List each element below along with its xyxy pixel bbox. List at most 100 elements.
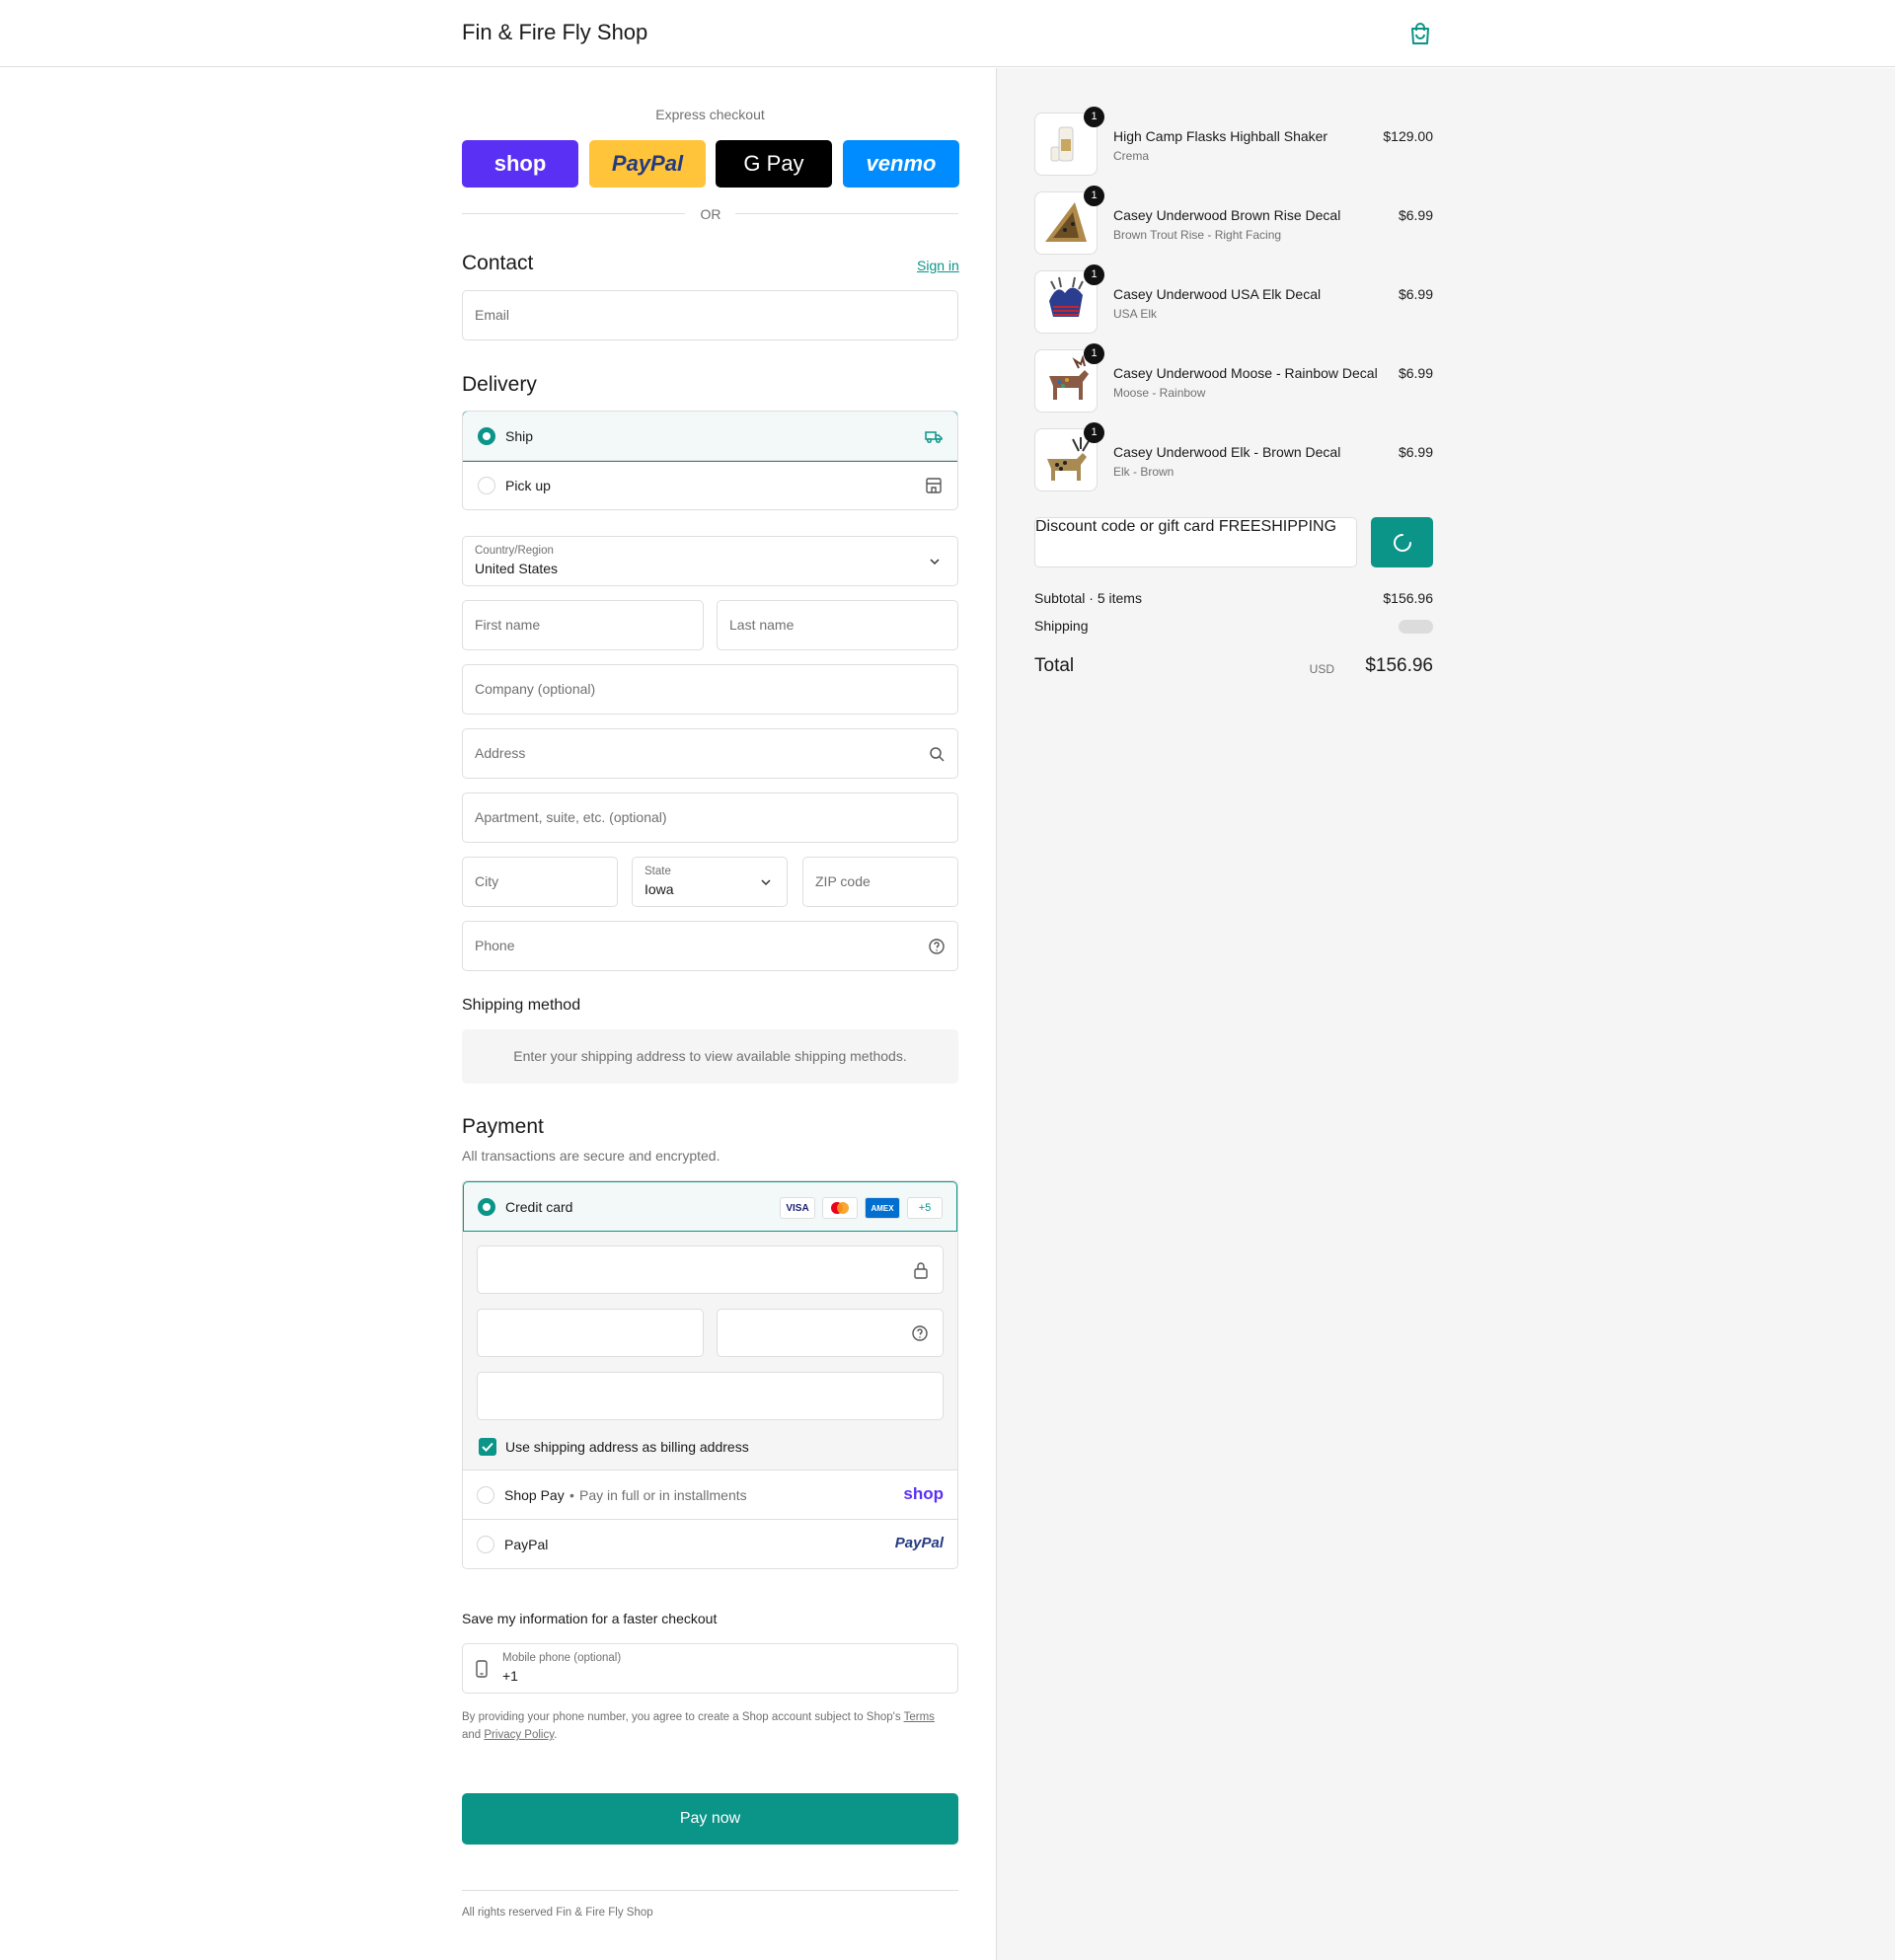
list-item: 1 Casey Underwood USA Elk Decal USA Elk …: [1034, 264, 1433, 336]
item-name: Casey Underwood Moose - Rainbow Decal: [1113, 365, 1378, 381]
help-icon[interactable]: [911, 1324, 929, 1342]
paypal-logo: PayPal: [894, 1535, 944, 1551]
payment-option-credit-card[interactable]: Credit card VISA AMEX +5: [463, 1181, 957, 1232]
expiration-input[interactable]: [477, 1309, 704, 1357]
address-placeholder: Address: [475, 745, 526, 761]
billing-checkbox[interactable]: [479, 1438, 496, 1456]
state-select[interactable]: State Iowa: [632, 857, 788, 907]
pay-now-button[interactable]: Pay now: [462, 1793, 958, 1845]
country-select[interactable]: Country/Region United States: [462, 536, 958, 586]
city-placeholder: City: [475, 873, 499, 889]
radio-unselected[interactable]: [478, 477, 495, 494]
address-input[interactable]: Address: [462, 728, 958, 779]
item-price: $6.99: [1398, 365, 1433, 381]
card-number-input[interactable]: [477, 1245, 944, 1294]
first-name-placeholder: First name: [475, 617, 541, 633]
checkmark-icon: [482, 1442, 493, 1452]
mobile-phone-label: Mobile phone (optional): [502, 1652, 622, 1664]
or-separator: OR: [700, 206, 721, 222]
item-variant: Crema: [1113, 149, 1150, 163]
legal-text-part: By providing your phone number, you agre…: [462, 1711, 901, 1723]
paypal-button[interactable]: PayPal: [589, 140, 706, 188]
billing-checkbox-label[interactable]: Use shipping address as billing address: [505, 1439, 749, 1455]
radio-unselected[interactable]: [477, 1486, 494, 1504]
email-placeholder: Email: [475, 307, 510, 323]
legal-text: By providing your phone number, you agre…: [462, 1708, 958, 1744]
shop-pay-label: Shop Pay: [504, 1487, 565, 1503]
shop-pay-button[interactable]: shop: [462, 140, 578, 188]
venmo-button[interactable]: venmo: [843, 140, 959, 188]
payment-option-paypal[interactable]: PayPal PayPal: [463, 1519, 957, 1568]
paypal-logo: PayPal: [611, 151, 684, 176]
apply-discount-button[interactable]: [1371, 517, 1433, 567]
first-name-input[interactable]: First name: [462, 600, 704, 650]
company-input[interactable]: Company (optional): [462, 664, 958, 715]
header: Fin & Fire Fly Shop: [0, 0, 1895, 67]
payment-title: Payment: [462, 1115, 544, 1138]
store-icon: [926, 478, 942, 493]
list-item: 1 High Camp Flasks Highball Shaker Crema…: [1034, 107, 1433, 178]
quantity-badge: 1: [1084, 186, 1104, 206]
state-label: State: [644, 866, 671, 877]
radio-unselected[interactable]: [477, 1536, 494, 1553]
radio-selected[interactable]: [478, 1198, 495, 1216]
delivery-title: Delivery: [462, 373, 537, 396]
list-item: 1 Casey Underwood Elk - Brown Decal Elk …: [1034, 422, 1433, 493]
zip-placeholder: ZIP code: [815, 873, 871, 889]
shop-name[interactable]: Fin & Fire Fly Shop: [462, 20, 647, 45]
terms-link[interactable]: Terms: [904, 1711, 935, 1723]
google-pay-button[interactable]: G Pay: [716, 140, 832, 188]
shipping-label: Shipping: [1034, 618, 1089, 634]
mobile-phone-input[interactable]: Mobile phone (optional) +1: [462, 1643, 958, 1694]
quantity-badge: 1: [1084, 107, 1104, 127]
apartment-input[interactable]: Apartment, suite, etc. (optional): [462, 792, 958, 843]
save-info-title: Save my information for a faster checkou…: [462, 1611, 718, 1626]
ship-label: Ship: [505, 428, 534, 444]
footer-text: All rights reserved Fin & Fire Fly Shop: [462, 1907, 653, 1919]
item-variant: Elk - Brown: [1113, 465, 1175, 479]
bullet: •: [569, 1487, 574, 1503]
delivery-option-ship[interactable]: Ship: [463, 412, 957, 462]
discount-label: Discount code or gift card: [1035, 518, 1215, 535]
legal-text-part: and: [462, 1729, 482, 1741]
zip-input[interactable]: ZIP code: [802, 857, 958, 907]
item-price: $6.99: [1398, 286, 1433, 302]
discount-value: FREESHIPPING: [1218, 518, 1337, 535]
last-name-input[interactable]: Last name: [717, 600, 958, 650]
search-icon: [930, 747, 945, 762]
shopping-bag-icon[interactable]: [1409, 22, 1431, 45]
security-code-input[interactable]: [717, 1309, 944, 1357]
phone-input[interactable]: Phone: [462, 921, 958, 971]
country-value: United States: [475, 561, 559, 576]
item-name: Casey Underwood USA Elk Decal: [1113, 286, 1322, 302]
total-value: $156.96: [1365, 655, 1433, 676]
item-price: $129.00: [1383, 128, 1433, 144]
credit-card-label: Credit card: [505, 1199, 573, 1215]
mobile-phone-value: +1: [502, 1668, 518, 1684]
item-variant: Moose - Rainbow: [1113, 386, 1206, 400]
quantity-badge: 1: [1084, 422, 1104, 443]
item-price: $6.99: [1398, 444, 1433, 460]
sign-in-link[interactable]: Sign in: [917, 258, 959, 273]
item-variant: USA Elk: [1113, 307, 1158, 321]
chevron-down-icon: [930, 559, 940, 565]
last-name-placeholder: Last name: [729, 617, 795, 633]
discount-code-input[interactable]: Discount code or gift card FREESHIPPING: [1034, 517, 1357, 567]
city-input[interactable]: City: [462, 857, 618, 907]
company-placeholder: Company (optional): [475, 681, 596, 697]
visa-icon: VISA: [780, 1197, 815, 1219]
contact-title: Contact: [462, 252, 534, 274]
name-on-card-input[interactable]: [477, 1372, 944, 1420]
pickup-label: Pick up: [505, 478, 551, 493]
help-icon[interactable]: [928, 938, 946, 955]
privacy-policy-link[interactable]: Privacy Policy: [484, 1729, 554, 1741]
payment-option-shop-pay[interactable]: Shop Pay • Pay in full or in installment…: [463, 1470, 957, 1519]
divider: [462, 213, 685, 214]
list-item: 1 Casey Underwood Moose - Rainbow Decal …: [1034, 343, 1433, 415]
delivery-option-pickup[interactable]: Pick up: [463, 461, 957, 509]
item-price: $6.99: [1398, 207, 1433, 223]
email-input[interactable]: Email: [462, 290, 958, 340]
radio-selected[interactable]: [478, 427, 495, 445]
country-label: Country/Region: [475, 545, 554, 557]
paypal-label: PayPal: [504, 1537, 549, 1552]
